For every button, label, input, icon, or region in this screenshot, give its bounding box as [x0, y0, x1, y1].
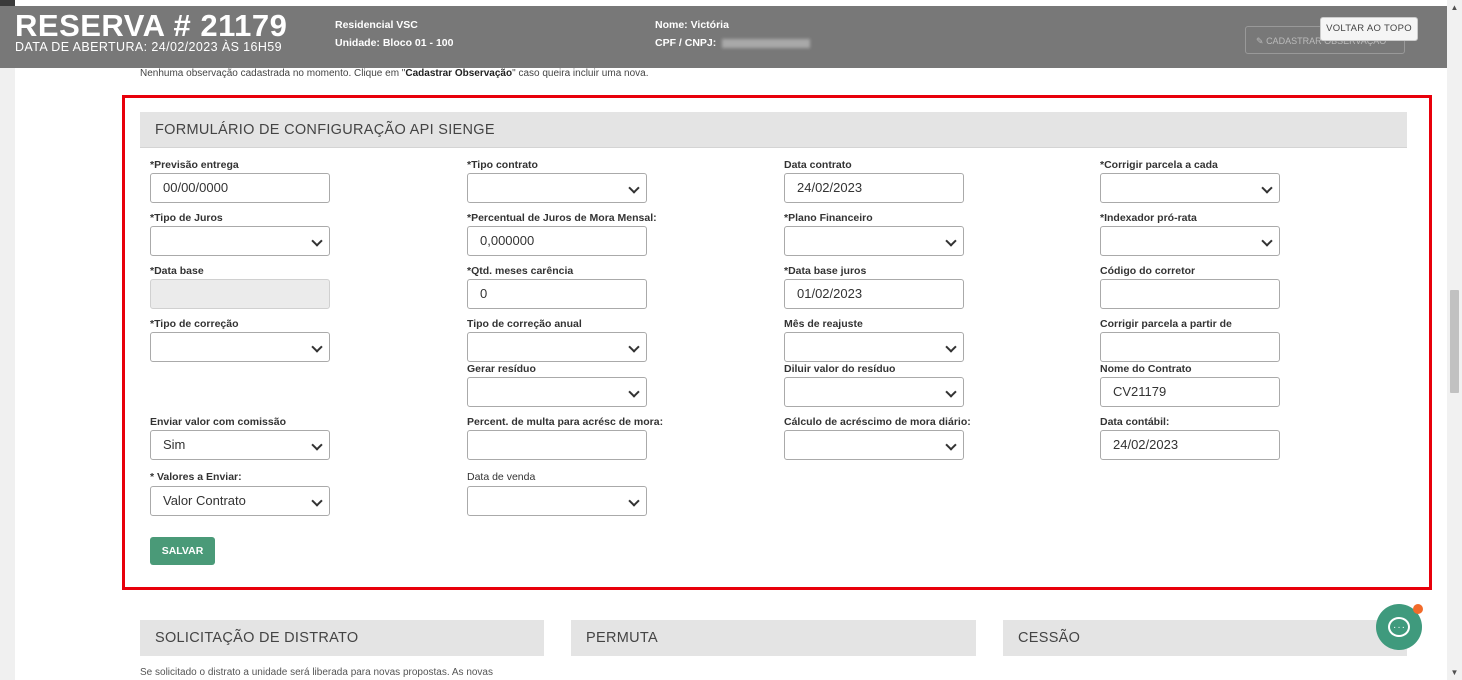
tipo-juros-select[interactable]: [150, 226, 330, 256]
client-name: Nome: Victória: [655, 19, 729, 31]
codigo-corretor-input[interactable]: [1100, 279, 1280, 309]
chat-dots-icon: ···: [1393, 622, 1406, 633]
indexador-label: *Indexador pró-rata: [1100, 212, 1197, 224]
data-venda-select[interactable]: [467, 486, 647, 516]
corrigir-parcela-label: *Corrigir parcela a cada: [1100, 159, 1218, 171]
client-document: CPF / CNPJ:: [655, 37, 811, 50]
corrigir-partir-label: Corrigir parcela a partir de: [1100, 318, 1232, 330]
calculo-mora-label: Cálculo de acréscimo de mora diário:: [784, 416, 971, 428]
unidade-info: Unidade: Bloco 01 - 100: [335, 37, 454, 49]
data-contrato-label: Data contrato: [784, 159, 852, 171]
data-contabil-input[interactable]: 24/02/2023: [1100, 430, 1280, 460]
form-title: FORMULÁRIO DE CONFIGURAÇÃO API SIENGE: [155, 122, 495, 138]
edit-icon: ✎: [1256, 36, 1264, 46]
permuta-title: PERMUTA: [586, 630, 658, 646]
reservation-title: RESERVA # 21179: [15, 8, 288, 43]
tipo-correcao-select[interactable]: [150, 332, 330, 362]
corrigir-parcela-select[interactable]: [1100, 173, 1280, 203]
gerar-residuo-label: Gerar resíduo: [467, 363, 536, 375]
calculo-mora-select[interactable]: [784, 430, 964, 460]
enviar-comissao-select[interactable]: Sim: [150, 430, 330, 460]
data-base-juros-input[interactable]: 01/02/2023: [784, 279, 964, 309]
notification-badge: [1413, 604, 1423, 614]
plano-financeiro-label: *Plano Financeiro: [784, 212, 873, 224]
data-base-juros-label: *Data base juros: [784, 265, 867, 277]
tipo-correcao-label: *Tipo de correção: [150, 318, 239, 330]
tipo-contrato-label: *Tipo contrato: [467, 159, 538, 171]
data-base-label: *Data base: [150, 265, 204, 277]
back-to-top-button[interactable]: VOLTAR AO TOPO: [1320, 17, 1418, 41]
meses-carencia-label: *Qtd. meses carência: [467, 265, 574, 277]
observation-note: Nenhuma observação cadastrada no momento…: [140, 68, 649, 79]
reservation-header: RESERVA # 21179 DATA DE ABERTURA: 24/02/…: [0, 6, 1447, 68]
tipo-correcao-anual-label: Tipo de correção anual: [467, 318, 582, 330]
indexador-select[interactable]: [1100, 226, 1280, 256]
scroll-down-icon[interactable]: ▼: [1447, 665, 1462, 680]
plano-financeiro-select[interactable]: [784, 226, 964, 256]
percent-multa-input[interactable]: [467, 430, 647, 460]
valores-enviar-select[interactable]: Valor Contrato: [150, 486, 330, 516]
save-button[interactable]: SALVAR: [150, 537, 215, 565]
tipo-juros-label: *Tipo de Juros: [150, 212, 223, 224]
tipo-contrato-select[interactable]: [467, 173, 647, 203]
percentual-juros-input[interactable]: 0,000000: [467, 226, 647, 256]
distrato-note: Se solicitado o distrato a unidade será …: [140, 667, 493, 678]
percentual-juros-label: *Percentual de Juros de Mora Mensal:: [467, 212, 657, 224]
data-venda-label: Data de venda: [467, 471, 536, 483]
cessao-section-header: CESSÃO: [1003, 620, 1407, 656]
data-contrato-input[interactable]: 24/02/2023: [784, 173, 964, 203]
cessao-title: CESSÃO: [1018, 630, 1081, 646]
distrato-title: SOLICITAÇÃO DE DISTRATO: [155, 630, 359, 646]
cadastrar-observacao-link-text: Cadastrar Observação: [405, 68, 513, 79]
mes-reajuste-select[interactable]: [784, 332, 964, 362]
valores-enviar-label: * Valores a Enviar:: [150, 471, 242, 483]
enviar-comissao-label: Enviar valor com comissão: [150, 416, 286, 428]
permuta-section-header: PERMUTA: [571, 620, 976, 656]
diluir-residuo-label: Diluir valor do resíduo: [784, 363, 896, 375]
residencial-name: Residencial VSC: [335, 19, 418, 31]
chat-button[interactable]: ···: [1376, 604, 1423, 650]
tipo-correcao-anual-select[interactable]: [467, 332, 647, 362]
distrato-section-header: SOLICITAÇÃO DE DISTRATO: [140, 620, 544, 656]
nome-contrato-label: Nome do Contrato: [1100, 363, 1192, 375]
blurred-document: [722, 38, 811, 48]
gerar-residuo-select[interactable]: [467, 377, 647, 407]
codigo-corretor-label: Código do corretor: [1100, 265, 1196, 277]
previsao-entrega-input[interactable]: 00/00/0000: [150, 173, 330, 203]
nome-contrato-input[interactable]: CV21179: [1100, 377, 1280, 407]
vertical-scrollbar[interactable]: ▲ ▼: [1447, 0, 1462, 680]
previsao-entrega-label: *Previsão entrega: [150, 159, 239, 171]
diluir-residuo-select[interactable]: [784, 377, 964, 407]
corrigir-partir-input[interactable]: [1100, 332, 1280, 362]
mes-reajuste-label: Mês de reajuste: [784, 318, 863, 330]
form-header: FORMULÁRIO DE CONFIGURAÇÃO API SIENGE: [140, 112, 1407, 148]
percent-multa-label: Percent. de multa para acrésc de mora:: [467, 416, 664, 428]
opening-date: DATA DE ABERTURA: 24/02/2023 ÀS 16H59: [15, 40, 283, 54]
meses-carencia-input[interactable]: 0: [467, 279, 647, 309]
scroll-up-icon[interactable]: ▲: [1447, 0, 1462, 15]
data-contabil-label: Data contábil:: [1100, 416, 1170, 428]
scrollbar-thumb[interactable]: [1450, 290, 1459, 393]
data-base-input: [150, 279, 330, 309]
